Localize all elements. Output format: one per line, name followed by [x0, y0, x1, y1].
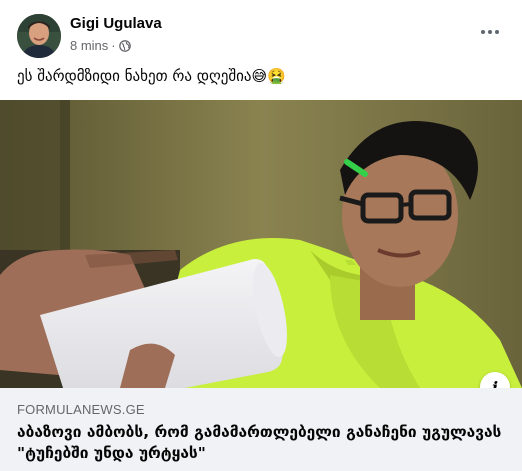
author-name[interactable]: Gigi Ugulava — [70, 15, 162, 32]
more-options-icon[interactable] — [476, 20, 504, 44]
link-preview-image[interactable] — [0, 100, 522, 388]
link-source: FORMULANEWS.GE — [17, 402, 145, 417]
link-title[interactable]: აბაზოვი ამბობს, რომ გამამართლებელი განაჩ… — [17, 422, 507, 464]
author-avatar[interactable] — [17, 14, 61, 58]
post-timestamp[interactable]: 8 mins — [70, 38, 108, 53]
link-preview[interactable]: FORMULANEWS.GE აბაზოვი ამბობს, რომ გამამ… — [0, 388, 522, 471]
globe-icon[interactable] — [118, 39, 131, 52]
post-meta: 8 mins · — [70, 38, 131, 53]
meta-separator: · — [111, 38, 116, 53]
post-header: Gigi Ugulava 8 mins · — [0, 0, 522, 62]
post-text: ეს შარდმზიდი ნახეთ რა დღეშია😅🤮 — [17, 67, 286, 85]
